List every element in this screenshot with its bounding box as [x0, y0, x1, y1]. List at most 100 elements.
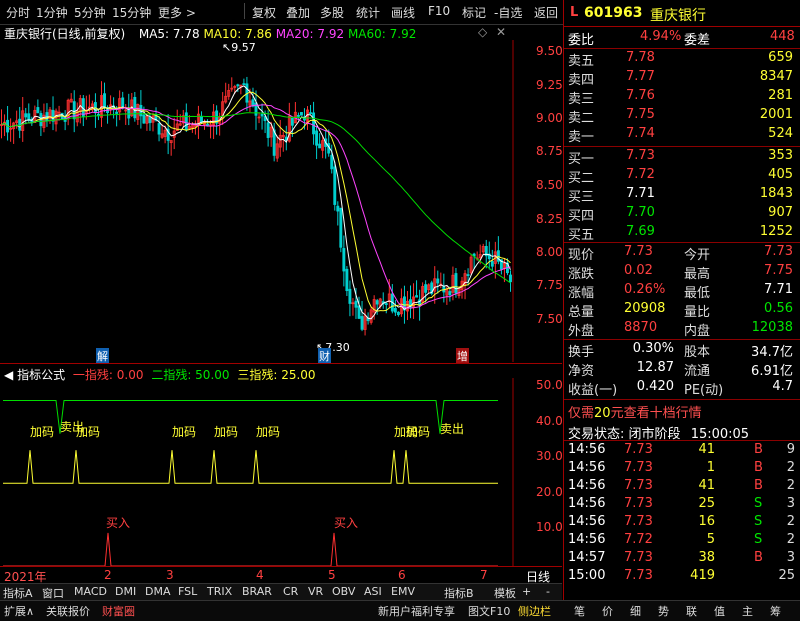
biaoji-button[interactable]: 标记: [462, 4, 486, 21]
zixuan-button[interactable]: -自选: [494, 4, 522, 21]
side-tab-lian[interactable]: 联: [686, 603, 697, 619]
stat-value: 0.56: [764, 301, 793, 316]
tab-emv[interactable]: EMV: [391, 585, 415, 600]
tab-brar[interactable]: BRAR: [242, 585, 272, 600]
side-tab-xi[interactable]: 细: [630, 603, 641, 619]
stat-value: 0.02: [624, 263, 653, 278]
tab-window[interactable]: 窗口: [42, 585, 64, 600]
duogu-button[interactable]: 多股: [320, 4, 344, 21]
promo-banner[interactable]: 仅需20元查看十档行情: [568, 402, 702, 421]
stat-label: 换手: [568, 345, 595, 360]
tab-asi[interactable]: ASI: [364, 585, 382, 600]
fund-row: 换手 0.30% 股本 34.7亿: [564, 341, 797, 360]
candle-body: [448, 291, 452, 296]
candlestick-chart[interactable]: [0, 40, 562, 362]
ask-price: 7.75: [626, 107, 655, 122]
side-tab-zhi[interactable]: 值: [714, 603, 725, 619]
ask-volume: 659: [768, 50, 793, 65]
sidebar-toggle-button[interactable]: 侧边栏: [518, 603, 551, 619]
candle-body: [260, 113, 264, 117]
back-button[interactable]: 返回: [534, 4, 558, 21]
price-tick: 8.75: [536, 144, 563, 158]
f10-graphic-button[interactable]: 图文F10: [468, 603, 510, 619]
candle-body: [454, 273, 458, 294]
bottom-bar: 扩展∧ 关联报价 财富圈 新用户福利专享 图文F10 侧边栏 笔 价 细 势 联…: [0, 600, 800, 621]
fuquan-button[interactable]: 复权: [252, 4, 276, 21]
settings-icon[interactable]: ◇: [478, 25, 487, 39]
tab-more[interactable]: 更多 >: [158, 4, 196, 21]
tab-obv[interactable]: OBV: [332, 585, 355, 600]
tab-fsl[interactable]: FSL: [178, 585, 197, 600]
diejia-button[interactable]: 叠加: [286, 4, 310, 21]
stat-label: 最低: [684, 286, 711, 301]
tab-5min[interactable]: 5分钟: [74, 4, 106, 21]
candle-body: [424, 284, 428, 293]
tick-side: S: [754, 532, 763, 547]
stat-value: 0.30%: [632, 341, 674, 356]
wealth-circle-button[interactable]: 财富圈: [102, 603, 135, 619]
signal-jiama: 加码: [30, 425, 55, 439]
side-tab-zhu[interactable]: 主: [742, 603, 753, 619]
close-icon[interactable]: ✕: [496, 25, 506, 39]
side-tab-jia[interactable]: 价: [602, 603, 613, 619]
candle-body: [51, 109, 55, 122]
related-quotes-button[interactable]: 关联报价: [46, 603, 90, 619]
event-tag-cai[interactable]: 财: [318, 348, 331, 364]
candle-body: [415, 295, 419, 298]
ask-label: 卖五: [568, 54, 595, 69]
side-tab-bi[interactable]: 笔: [574, 603, 585, 619]
tab-vr[interactable]: VR: [308, 585, 323, 600]
ma20-label: MA20: 7.92: [275, 27, 345, 41]
tick-row: 14:57 7.73 38 B 3: [564, 550, 797, 568]
event-tag-zeng[interactable]: 增: [456, 348, 469, 364]
candle-body: [357, 305, 361, 319]
new-user-benefit-link[interactable]: 新用户福利专享: [378, 603, 455, 619]
tick-time: 14:56: [568, 514, 606, 529]
stat-label: 涨跌: [568, 267, 595, 282]
candle-body: [509, 274, 512, 283]
tab-15min[interactable]: 15分钟: [112, 4, 151, 21]
tongji-button[interactable]: 统计: [356, 4, 380, 21]
stat-value: 6.91亿: [751, 364, 793, 379]
tab-minus[interactable]: -: [546, 585, 550, 600]
bid-price: 7.73: [626, 148, 655, 163]
price-axis: 9.50 9.25 9.00 8.75 8.50 8.25 8.00 7.75 …: [532, 40, 563, 362]
candle-body: [24, 113, 28, 118]
stock-code: 601963: [584, 5, 643, 21]
side-tab-shi[interactable]: 势: [658, 603, 669, 619]
expand-button[interactable]: 扩展∧: [4, 603, 34, 619]
candle-body: [142, 114, 146, 124]
side-tab-chou[interactable]: 筹: [770, 603, 781, 619]
bid-row: 买五 7.69 1252: [564, 224, 797, 243]
tab-template[interactable]: 模板: [494, 585, 516, 600]
signal-jiama: 加码: [406, 425, 431, 439]
indicator-chart[interactable]: [0, 378, 562, 566]
candle-body: [103, 93, 106, 109]
tab-indicator-b[interactable]: 指标B: [444, 585, 474, 600]
tick-price: 7.72: [624, 532, 653, 547]
tab-dmi[interactable]: DMI: [115, 585, 136, 600]
ask-row: 卖三 7.76 281: [564, 88, 797, 107]
indicator-line-3: [3, 450, 498, 484]
tick-price: 7.73: [624, 478, 653, 493]
tab-cr[interactable]: CR: [283, 585, 298, 600]
tab-fenshi[interactable]: 分时: [6, 4, 30, 21]
huaxian-button[interactable]: 画线: [391, 4, 415, 21]
tab-plus[interactable]: +: [522, 585, 531, 600]
signal-jiama: 加码: [256, 425, 281, 439]
tab-dma[interactable]: DMA: [145, 585, 171, 600]
event-tag-jie[interactable]: 解: [96, 348, 109, 364]
bid-volume: 353: [768, 148, 793, 163]
tick-row: 15:00 7.73 419 25: [564, 568, 797, 586]
tab-trix[interactable]: TRIX: [207, 585, 232, 600]
chart-stock-title: 重庆银行(日线,前复权): [4, 27, 126, 41]
candle-body: [360, 316, 364, 330]
ask-price: 7.78: [626, 50, 655, 65]
tab-macd[interactable]: MACD: [74, 585, 107, 600]
fund-row: 收益(一) 0.420 PE(动) 4.7: [564, 379, 797, 398]
candle-body: [436, 278, 440, 284]
tab-1min[interactable]: 1分钟: [36, 4, 68, 21]
f10-button[interactable]: F10: [428, 4, 450, 18]
tab-indicator-a[interactable]: 指标A: [3, 585, 33, 600]
ma60-line: [1, 112, 511, 284]
